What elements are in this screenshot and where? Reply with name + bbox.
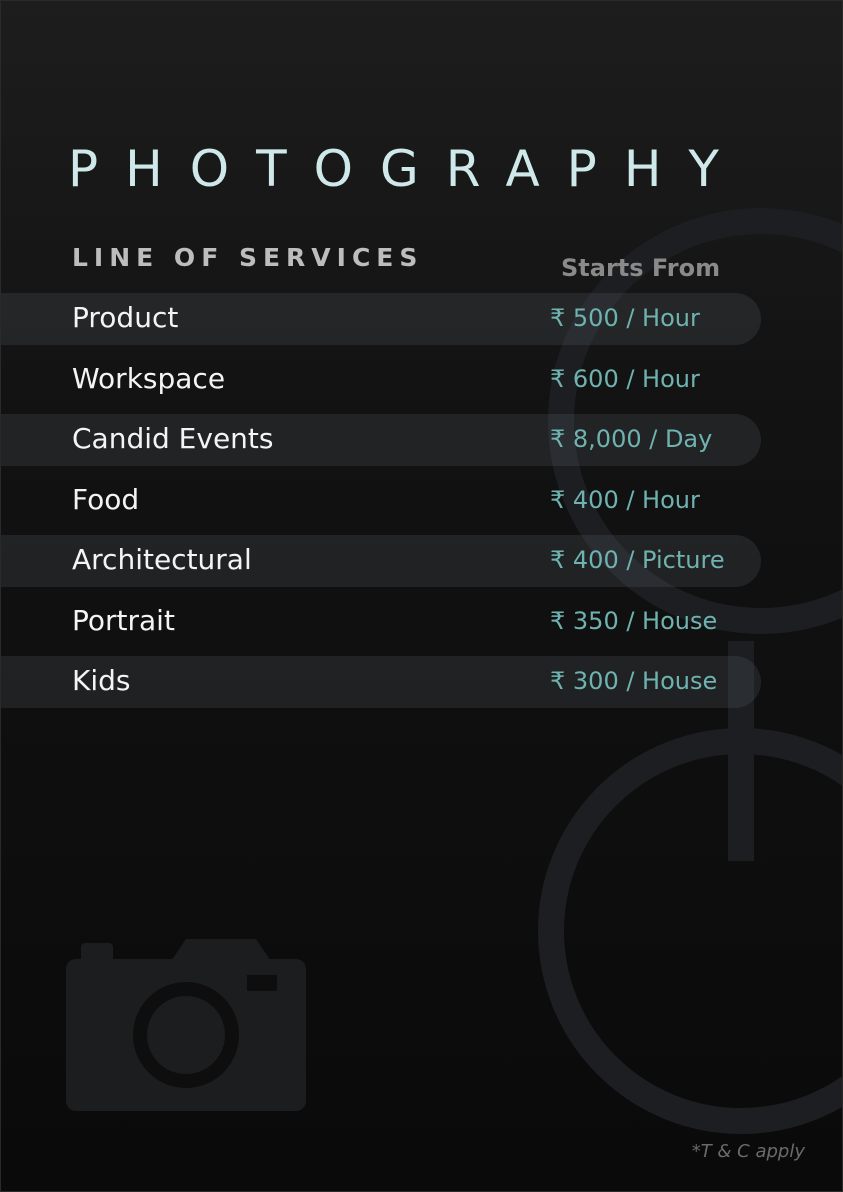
service-name: Candid Events [72,422,274,455]
list-item: Kids ₹ 300 / House [1,656,842,708]
price-column-header: Starts From [561,254,721,282]
list-item: Workspace ₹ 600 / Hour [1,354,842,406]
page-title: PHOTOGRAPHY [68,140,746,198]
list-item: Architectural ₹ 400 / Picture [1,535,842,587]
service-name: Workspace [72,361,226,395]
service-price: ₹ 400 / Picture [550,546,725,574]
service-price: ₹ 600 / Hour [550,364,700,393]
service-price: ₹ 300 / House [550,667,718,695]
service-name: Portrait [72,603,175,637]
service-price: ₹ 400 / Hour [550,485,700,514]
service-price: ₹ 8,000 / Day [550,425,713,453]
service-name: Architectural [72,543,252,576]
service-name: Kids [72,664,131,697]
list-item: Product ₹ 500 / Hour [1,293,842,345]
section-subtitle: LINE OF SERVICES [72,243,424,272]
service-price: ₹ 350 / House [550,606,718,635]
services-list: Product ₹ 500 / Hour Workspace ₹ 600 / H… [1,293,842,717]
list-item: Portrait ₹ 350 / House [1,596,842,648]
service-price: ₹ 500 / Hour [550,304,700,332]
camera-icon [66,939,306,1111]
service-name: Product [72,301,179,334]
service-name: Food [72,482,140,516]
price-list-page: PHOTOGRAPHY LINE OF SERVICES Starts From… [0,0,843,1192]
terms-note: *T & C apply [691,1141,805,1162]
list-item: Candid Events ₹ 8,000 / Day [1,414,842,466]
list-item: Food ₹ 400 / Hour [1,475,842,527]
